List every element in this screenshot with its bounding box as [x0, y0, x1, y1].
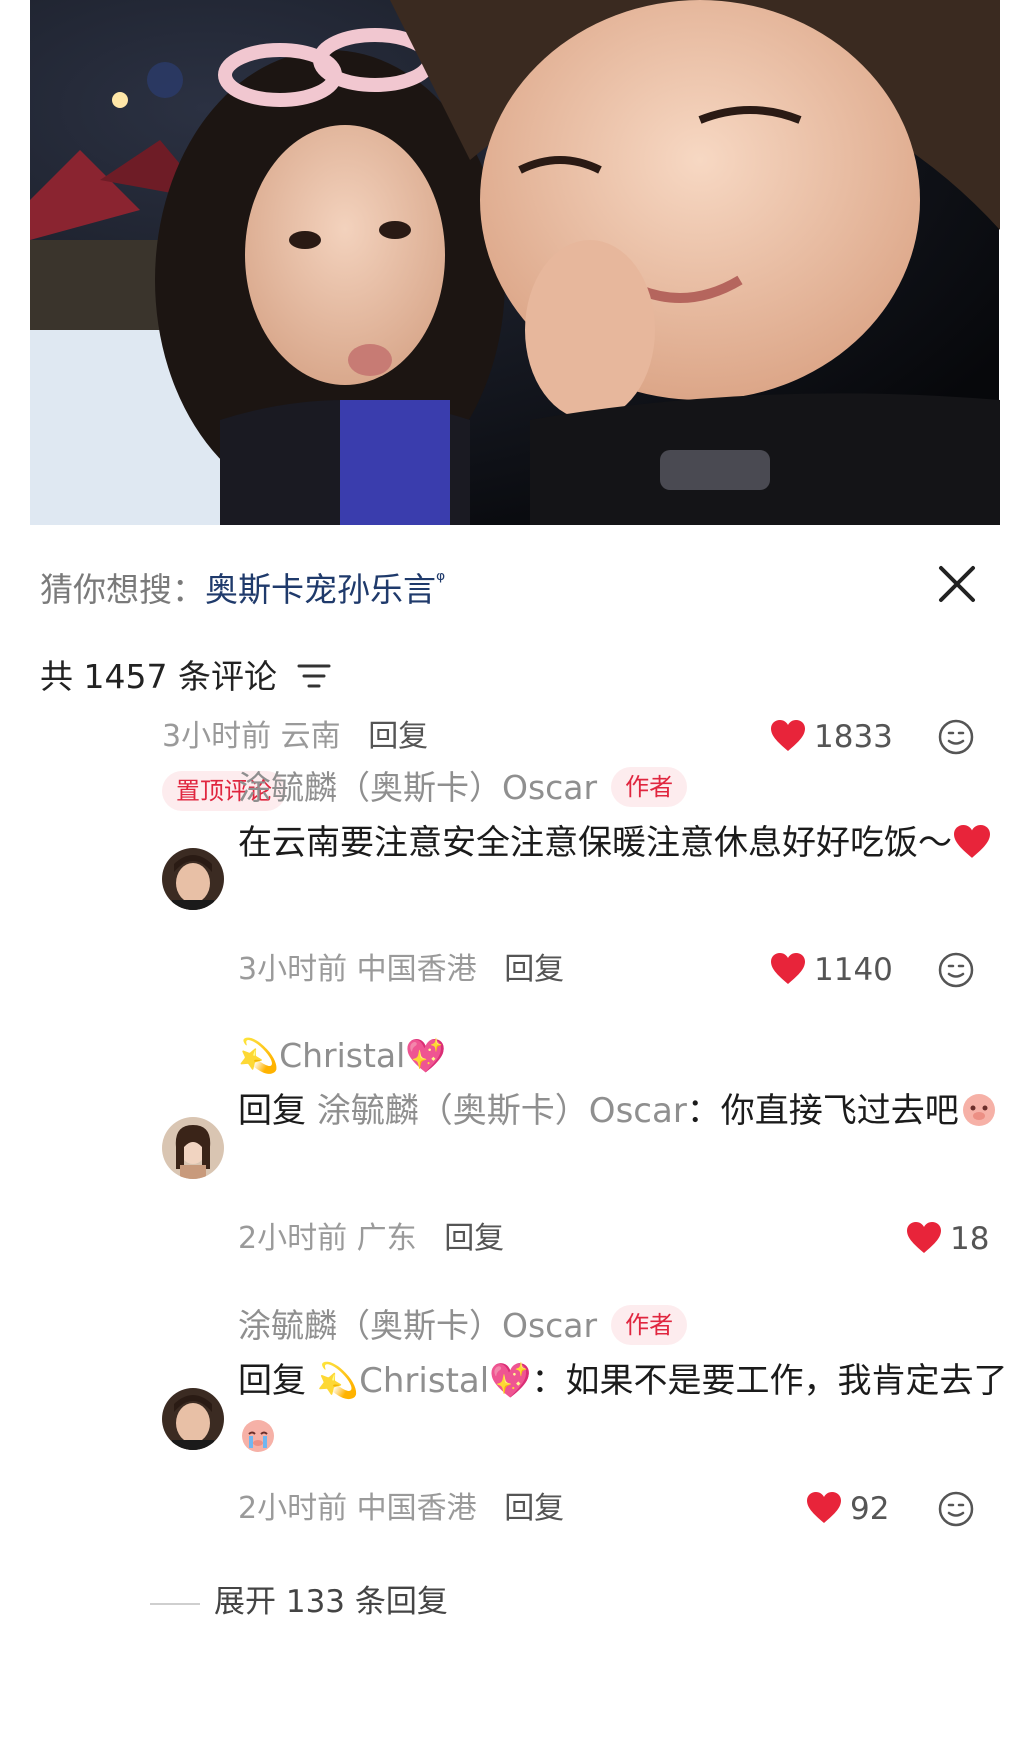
- pig-emoji-icon: [959, 1088, 999, 1145]
- reply-1-body: 在云南要注意安全注意保暖注意休息好好吃饭～: [238, 823, 952, 863]
- reply-3-meta: 2小时前 中国香港 回复: [238, 1487, 564, 1531]
- heart-icon: [771, 953, 805, 984]
- close-icon: [939, 566, 975, 602]
- comment-time: 3小时前: [162, 719, 272, 754]
- search-icon: ᵠ: [436, 568, 446, 593]
- avatar[interactable]: [162, 1388, 224, 1450]
- emoji-react-button[interactable]: [938, 952, 974, 988]
- emoji-react-button[interactable]: [938, 1491, 974, 1527]
- reply-3-name[interactable]: 涂毓麟（奥斯卡）Oscar: [238, 1306, 597, 1345]
- reply-button[interactable]: 回复: [368, 719, 428, 754]
- reply-2-text: 回复 涂毓麟（奥斯卡）Oscar：你直接飞过去吧: [238, 1083, 1008, 1145]
- comment-location: 广东: [356, 1221, 417, 1256]
- reply-3-body: ：如果不是要工作，我肯定去了: [531, 1361, 1008, 1401]
- divider: [150, 1602, 200, 1605]
- crying-pig-emoji-icon: [238, 1414, 278, 1471]
- smile-icon: [938, 952, 974, 988]
- author-badge: 作者: [611, 767, 688, 807]
- reply-3-text: 回复 💫Christal💖：如果不是要工作，我肯定去了: [238, 1353, 1008, 1471]
- filter-icon[interactable]: [297, 655, 331, 703]
- avatar[interactable]: [162, 1117, 224, 1179]
- comments-count: 共 1457 条评论: [40, 653, 331, 703]
- smile-icon: [938, 1491, 974, 1527]
- reply-button[interactable]: 回复: [504, 952, 564, 987]
- heart-icon: [907, 1222, 941, 1253]
- comment-location: 中国香港: [356, 952, 477, 987]
- reply-1-meta: 3小时前 中国香港 回复: [238, 948, 564, 992]
- reply-1-text: 在云南要注意安全注意保暖注意休息好好吃饭～: [238, 815, 1008, 877]
- smile-icon: [938, 719, 974, 755]
- close-button[interactable]: [936, 563, 978, 605]
- comments-sheet: 猜你想搜：奥斯卡宠孙乐言ᵠ 共 1457 条评论 3小时前 云南 回复 1833…: [0, 525, 1029, 1738]
- comments-count-text: 共 1457 条评论: [40, 657, 277, 696]
- like-button[interactable]: 1140: [770, 948, 893, 992]
- reply-prefix: 回复: [238, 1361, 306, 1401]
- reply-1-name[interactable]: 涂毓麟（奥斯卡）Oscar: [238, 768, 597, 807]
- like-button[interactable]: 1833: [770, 715, 893, 759]
- search-suggestion-label: 猜你想搜：: [40, 570, 205, 609]
- reply-2-meta: 2小时前 广东 回复: [238, 1217, 504, 1261]
- reply-2-body: ：你直接飞过去吧: [686, 1091, 959, 1131]
- reply-2-name[interactable]: 💫Christal💖: [238, 1036, 446, 1075]
- like-button[interactable]: 92: [806, 1487, 889, 1531]
- comment-location: 云南: [280, 719, 341, 754]
- search-suggestion[interactable]: 猜你想搜：奥斯卡宠孙乐言ᵠ: [40, 557, 445, 614]
- expand-replies-label: 展开 133 条回复: [214, 1584, 448, 1620]
- comment-time: 3小时前: [238, 952, 348, 987]
- avatar[interactable]: [162, 848, 224, 910]
- like-count: 18: [950, 1221, 990, 1257]
- search-suggestion-term[interactable]: 奥斯卡宠孙乐言: [205, 570, 436, 609]
- like-count: 1140: [814, 952, 893, 988]
- author-badge: 作者: [611, 1305, 688, 1345]
- reply-target[interactable]: 💫Christal💖: [317, 1361, 532, 1401]
- comment-time: 2小时前: [238, 1221, 348, 1256]
- heart-icon: [807, 1492, 841, 1523]
- red-heart-emoji-icon: [952, 821, 992, 877]
- like-count: 92: [850, 1491, 890, 1527]
- heart-icon: [771, 720, 805, 751]
- comment-location: 中国香港: [356, 1491, 477, 1526]
- reply-button[interactable]: 回复: [444, 1221, 504, 1256]
- emoji-react-button[interactable]: [938, 719, 974, 755]
- reply-button[interactable]: 回复: [504, 1491, 564, 1526]
- post-photo: [0, 0, 1029, 540]
- like-count: 1833: [814, 719, 893, 755]
- reply-prefix: 回复: [238, 1091, 306, 1131]
- comment-meta: 3小时前 云南 回复: [162, 715, 428, 759]
- like-button[interactable]: 18: [906, 1217, 989, 1261]
- reply-target[interactable]: 涂毓麟（奥斯卡）Oscar: [317, 1091, 687, 1131]
- expand-replies-button[interactable]: 展开 133 条回复: [150, 1579, 448, 1625]
- comment-time: 2小时前: [238, 1491, 348, 1526]
